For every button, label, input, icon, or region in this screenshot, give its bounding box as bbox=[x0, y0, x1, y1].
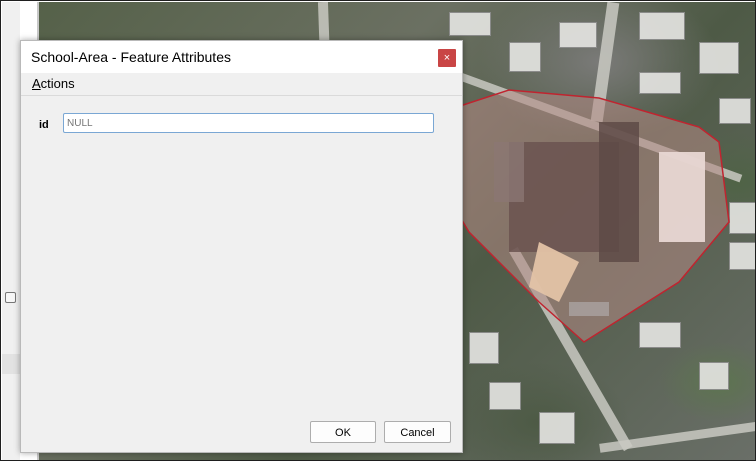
school-building bbox=[599, 122, 639, 262]
layers-panel-strip bbox=[2, 2, 20, 460]
school-building bbox=[659, 152, 705, 242]
checkbox-icon[interactable] bbox=[5, 292, 16, 303]
close-button[interactable]: × bbox=[438, 49, 456, 67]
cancel-button[interactable]: Cancel bbox=[384, 421, 451, 443]
menu-actions[interactable]: Actions bbox=[32, 76, 75, 91]
app-window: School-Area - Feature Attributes × Actio… bbox=[0, 0, 756, 461]
dialog-titlebar[interactable]: School-Area - Feature Attributes × bbox=[21, 41, 462, 73]
school-building bbox=[569, 302, 609, 316]
id-field-input[interactable] bbox=[63, 113, 434, 133]
panel-band bbox=[2, 354, 20, 374]
menu-actions-label: ctions bbox=[40, 76, 75, 91]
dialog-menubar: Actions bbox=[21, 73, 462, 96]
feature-attributes-dialog: School-Area - Feature Attributes × Actio… bbox=[20, 40, 463, 453]
dialog-title: School-Area - Feature Attributes bbox=[31, 49, 231, 65]
id-field-label: id bbox=[39, 119, 49, 131]
menu-actions-mnemonic: A bbox=[32, 76, 41, 91]
ok-button[interactable]: OK bbox=[310, 421, 376, 443]
school-building bbox=[494, 142, 524, 202]
close-icon: × bbox=[443, 52, 451, 64]
